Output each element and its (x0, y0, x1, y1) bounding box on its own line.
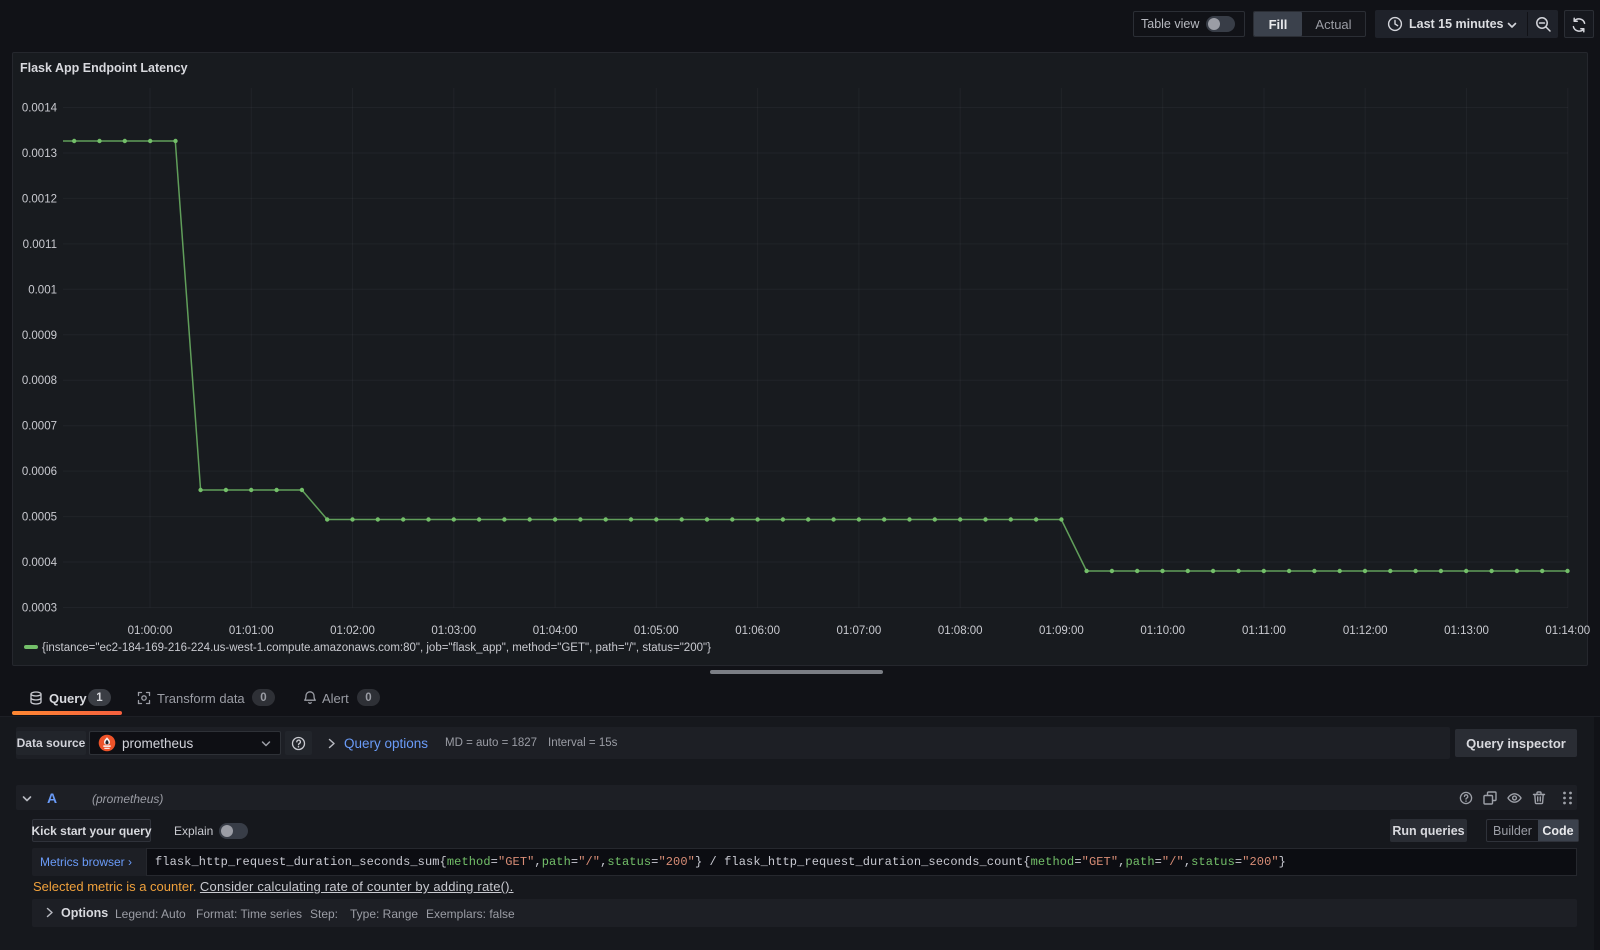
svg-text:0.0012: 0.0012 (22, 193, 57, 205)
svg-text:01:13:00: 01:13:00 (1444, 625, 1489, 637)
svg-text:0.0004: 0.0004 (22, 557, 58, 569)
svg-text:01:10:00: 01:10:00 (1140, 625, 1185, 637)
svg-text:0.0008: 0.0008 (22, 375, 57, 387)
svg-text:0.0013: 0.0013 (22, 148, 57, 160)
svg-text:01:14:00: 01:14:00 (1545, 625, 1590, 637)
svg-text:0.001: 0.001 (28, 284, 57, 296)
svg-text:01:08:00: 01:08:00 (938, 625, 983, 637)
svg-text:01:09:00: 01:09:00 (1039, 625, 1084, 637)
svg-text:01:06:00: 01:06:00 (735, 625, 780, 637)
svg-text:0.0009: 0.0009 (22, 330, 57, 342)
svg-text:01:07:00: 01:07:00 (837, 625, 882, 637)
svg-text:01:03:00: 01:03:00 (431, 625, 476, 637)
svg-text:01:11:00: 01:11:00 (1242, 625, 1286, 637)
svg-text:0.0006: 0.0006 (22, 466, 57, 478)
svg-text:01:02:00: 01:02:00 (330, 625, 375, 637)
svg-text:01:12:00: 01:12:00 (1343, 625, 1388, 637)
svg-text:0.0007: 0.0007 (22, 421, 57, 433)
svg-text:0.0011: 0.0011 (23, 239, 57, 251)
svg-text:0.0005: 0.0005 (22, 512, 57, 524)
svg-text:0.0003: 0.0003 (22, 603, 57, 615)
svg-text:01:00:00: 01:00:00 (128, 625, 173, 637)
svg-text:0.0014: 0.0014 (22, 103, 58, 115)
svg-text:01:01:00: 01:01:00 (229, 625, 274, 637)
svg-text:01:04:00: 01:04:00 (533, 625, 578, 637)
svg-text:01:05:00: 01:05:00 (634, 625, 679, 637)
